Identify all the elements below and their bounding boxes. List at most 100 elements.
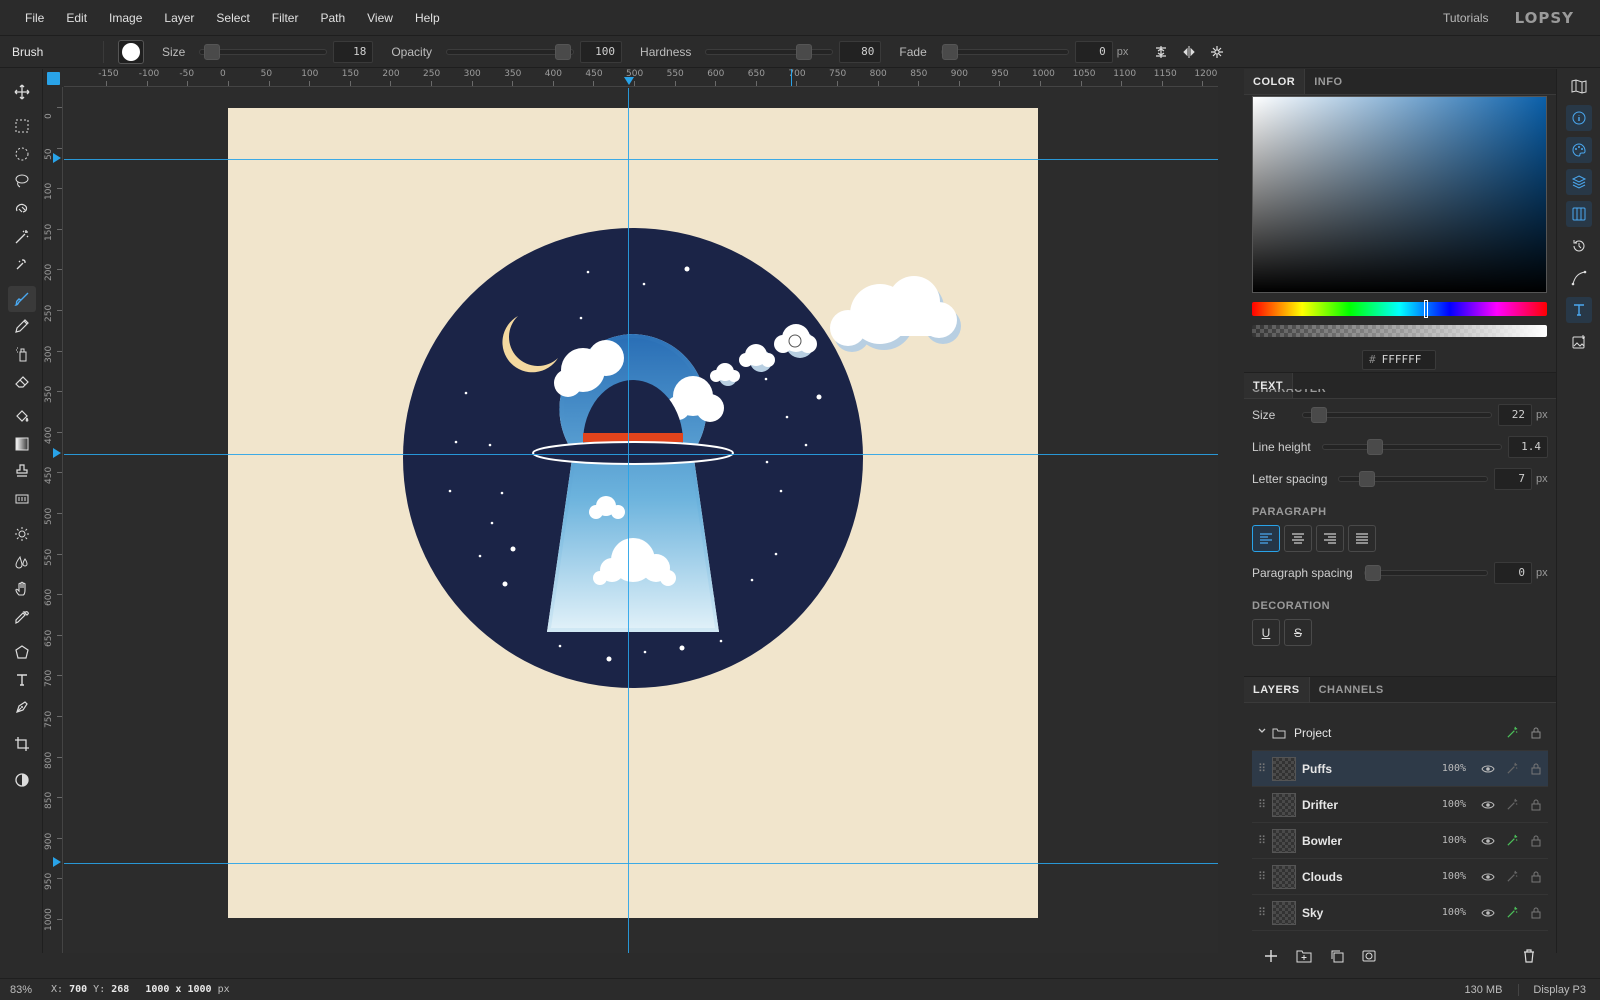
horizontal-ruler[interactable]: -150 -100 -50 0 50 100 150 200 250 300 350 400 450 50…: [64, 69, 1218, 87]
tab-color[interactable]: COLOR: [1244, 69, 1306, 94]
new-group-icon[interactable]: [1296, 949, 1312, 966]
paint-bucket-tool[interactable]: [8, 403, 36, 429]
layer-mask-icon[interactable]: [1362, 949, 1376, 966]
lock-icon[interactable]: [1524, 871, 1548, 883]
blur-tool[interactable]: [8, 549, 36, 575]
align-right-button[interactable]: [1316, 525, 1344, 552]
lock-icon[interactable]: [1524, 799, 1548, 811]
quick-select-tool[interactable]: [8, 251, 36, 277]
line-height-slider[interactable]: [1322, 439, 1502, 455]
menu-path[interactable]: Path: [309, 11, 356, 25]
opacity-slider-thumb[interactable]: [555, 43, 572, 60]
magic-wand-tool[interactable]: [8, 224, 36, 250]
guide-vertical[interactable]: [628, 88, 629, 953]
brush-preview-swatch[interactable]: [118, 39, 144, 64]
line-height-thumb[interactable]: [1367, 439, 1383, 455]
lock-icon[interactable]: [1524, 835, 1548, 847]
magic-edit-icon[interactable]: [1500, 906, 1524, 919]
layer-opacity[interactable]: 100%: [1426, 871, 1466, 882]
layer-name[interactable]: Bowler: [1302, 834, 1426, 848]
chevron-down-icon[interactable]: [1252, 726, 1272, 739]
pen-tool[interactable]: [8, 694, 36, 720]
eye-icon[interactable]: [1476, 800, 1500, 810]
size-slider[interactable]: [199, 43, 328, 60]
menu-edit[interactable]: Edit: [55, 11, 98, 25]
menu-image[interactable]: Image: [98, 11, 153, 25]
lock-icon[interactable]: [1524, 727, 1548, 739]
menu-view[interactable]: View: [356, 11, 404, 25]
vertical-ruler[interactable]: 0 50 100 150 200 250 300 350 400 450 500 550 600 650 7…: [43, 87, 63, 953]
move-tool[interactable]: [8, 79, 36, 105]
hand-tool[interactable]: [8, 576, 36, 602]
drag-handle-icon[interactable]: ⠿: [1252, 798, 1272, 811]
magic-edit-icon[interactable]: [1500, 870, 1524, 883]
hue-slider-handle[interactable]: [1424, 300, 1428, 318]
size-input[interactable]: 18: [333, 40, 374, 63]
crop-tool[interactable]: [8, 731, 36, 757]
line-height-input[interactable]: 1.4: [1508, 436, 1548, 458]
gradient-tool[interactable]: [8, 431, 36, 457]
tab-info[interactable]: INFO: [1305, 69, 1351, 94]
align-left-button[interactable]: [1252, 525, 1280, 552]
menu-help[interactable]: Help: [404, 11, 451, 25]
drag-handle-icon[interactable]: ⠿: [1252, 762, 1272, 775]
trash-icon[interactable]: [1522, 948, 1536, 966]
alpha-slider[interactable]: [1252, 325, 1547, 337]
polygon-tool[interactable]: [8, 639, 36, 665]
hue-slider[interactable]: [1252, 300, 1547, 318]
brush-tool[interactable]: [8, 286, 36, 312]
eye-icon[interactable]: [1476, 836, 1500, 846]
drag-handle-icon[interactable]: ⠿: [1252, 906, 1272, 919]
fade-input[interactable]: 0: [1074, 40, 1113, 63]
contrast-tool[interactable]: [8, 767, 36, 793]
guide-horizontal-top[interactable]: [64, 159, 1218, 160]
lock-icon[interactable]: [1524, 907, 1548, 919]
layer-opacity[interactable]: 100%: [1426, 799, 1466, 810]
info-panel-button[interactable]: [1566, 105, 1592, 131]
drag-handle-icon[interactable]: ⠿: [1252, 870, 1272, 883]
align-justify-button[interactable]: [1348, 525, 1376, 552]
text-size-slider[interactable]: [1302, 407, 1492, 423]
underline-button[interactable]: U: [1252, 619, 1280, 646]
ellipse-select-tool[interactable]: [8, 141, 36, 167]
eye-icon[interactable]: [1476, 872, 1500, 882]
ruler-origin-corner[interactable]: [43, 69, 64, 87]
magic-edit-icon[interactable]: [1500, 726, 1524, 739]
eye-icon[interactable]: [1476, 764, 1500, 774]
eraser-tool[interactable]: [8, 368, 36, 394]
letter-spacing-slider[interactable]: [1338, 471, 1488, 487]
layer-row[interactable]: ⠿ Sky 100%: [1252, 895, 1548, 931]
zoom-level[interactable]: 83%: [0, 984, 43, 996]
add-layer-icon[interactable]: [1264, 949, 1278, 966]
opacity-input[interactable]: 100: [580, 40, 623, 63]
strikethrough-button[interactable]: S: [1284, 619, 1312, 646]
history-panel-button[interactable]: [1566, 233, 1592, 259]
guide-horizontal-middle[interactable]: [64, 454, 1218, 455]
layers-panel-button[interactable]: [1566, 169, 1592, 195]
paragraph-spacing-slider[interactable]: [1364, 565, 1488, 581]
paragraph-spacing-thumb[interactable]: [1365, 565, 1381, 581]
layer-group-row[interactable]: Project: [1252, 715, 1548, 751]
layer-name[interactable]: Drifter: [1302, 798, 1426, 812]
vertical-symmetry-icon[interactable]: [1154, 45, 1168, 59]
hex-color-input[interactable]: # FFFFFF: [1362, 350, 1436, 370]
layer-row[interactable]: ⠿ Puffs 100%: [1252, 751, 1548, 787]
canvas-workspace[interactable]: [64, 88, 1218, 953]
layer-opacity[interactable]: 100%: [1426, 835, 1466, 846]
magic-edit-icon[interactable]: [1500, 798, 1524, 811]
color-profile[interactable]: Display P3: [1518, 983, 1600, 996]
layer-opacity[interactable]: 100%: [1426, 763, 1466, 774]
align-center-button[interactable]: [1284, 525, 1312, 552]
tab-layers[interactable]: LAYERS: [1244, 677, 1310, 702]
text-size-thumb[interactable]: [1311, 407, 1327, 423]
navigator-button[interactable]: [1566, 73, 1592, 99]
tab-channels[interactable]: CHANNELS: [1310, 677, 1393, 702]
drag-handle-icon[interactable]: ⠿: [1252, 834, 1272, 847]
menu-select[interactable]: Select: [205, 11, 260, 25]
text-size-input[interactable]: 22: [1498, 404, 1532, 426]
magnetic-lasso-tool[interactable]: [8, 196, 36, 222]
menu-layer[interactable]: Layer: [153, 11, 205, 25]
horizontal-symmetry-icon[interactable]: [1182, 45, 1196, 59]
spray-tool[interactable]: [8, 341, 36, 367]
color-saturation-field[interactable]: [1252, 96, 1547, 293]
